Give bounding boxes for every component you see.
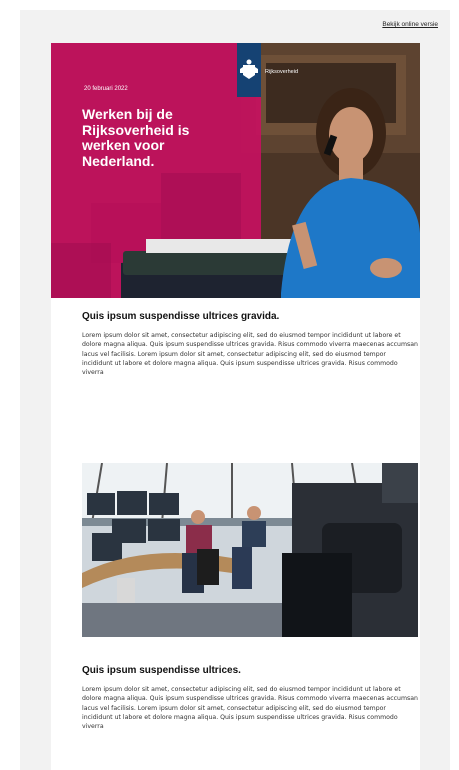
hero-date: 20 februari 2022	[84, 86, 128, 92]
view-online-link[interactable]: Bekijk online versie	[382, 21, 438, 28]
email-card: 20 februari 2022 Werken bij de Rijksover…	[51, 43, 420, 770]
article-1-body: Lorem ipsum dolor sit amet, consectetur …	[82, 332, 418, 377]
article-1-title: Quis ipsum suspendisse ultrices gravida.	[82, 311, 280, 322]
rijksoverheid-logo	[237, 43, 261, 97]
article-2-title: Quis ipsum suspendisse ultrices.	[82, 665, 241, 676]
hero-banner: 20 februari 2022 Werken bij de Rijksover…	[51, 43, 420, 298]
crest-icon	[240, 59, 258, 79]
email-background: Bekijk online versie 20 februari 2022 We…	[20, 10, 450, 770]
article-2-body: Lorem ipsum dolor sit amet, consectetur …	[82, 686, 418, 731]
control-room-photo	[82, 463, 418, 637]
hero-photo	[51, 43, 420, 298]
hero-title: Werken bij de Rijksoverheid is werken vo…	[82, 106, 190, 170]
logo-text: Rijksoverheid	[265, 69, 299, 75]
